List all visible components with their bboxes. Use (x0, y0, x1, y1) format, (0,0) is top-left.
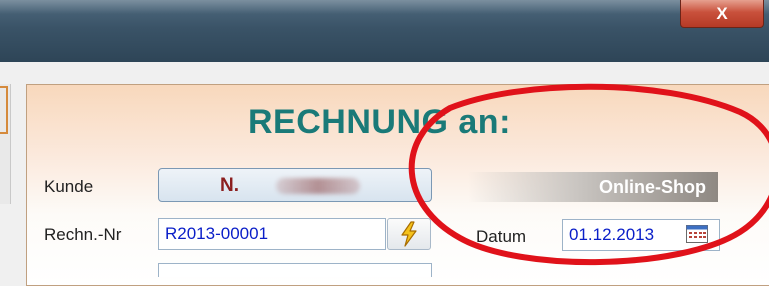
left-side-tab[interactable] (0, 86, 8, 134)
generate-number-button[interactable] (387, 218, 431, 250)
lightning-icon (401, 221, 417, 247)
close-icon: X (716, 3, 728, 23)
rechnung-nr-label: Rechn.-Nr (44, 225, 122, 244)
invoice-heading: RECHNUNG an: (248, 103, 511, 141)
redacted-name (276, 178, 360, 194)
next-row-input[interactable] (158, 263, 432, 277)
kunde-label: Kunde (44, 177, 94, 196)
online-shop-label: Online-Shop (599, 176, 706, 197)
online-shop-badge: Online-Shop (468, 172, 718, 202)
datum-label: Datum (476, 227, 527, 246)
customer-name: N. (220, 175, 239, 196)
window-titlebar[interactable]: X (0, 0, 769, 62)
titlebar-shine (0, 0, 769, 14)
rechnung-nr-input[interactable]: R2013-00001 (158, 218, 386, 250)
calendar-icon[interactable] (686, 225, 708, 243)
close-button[interactable]: X (680, 0, 764, 28)
